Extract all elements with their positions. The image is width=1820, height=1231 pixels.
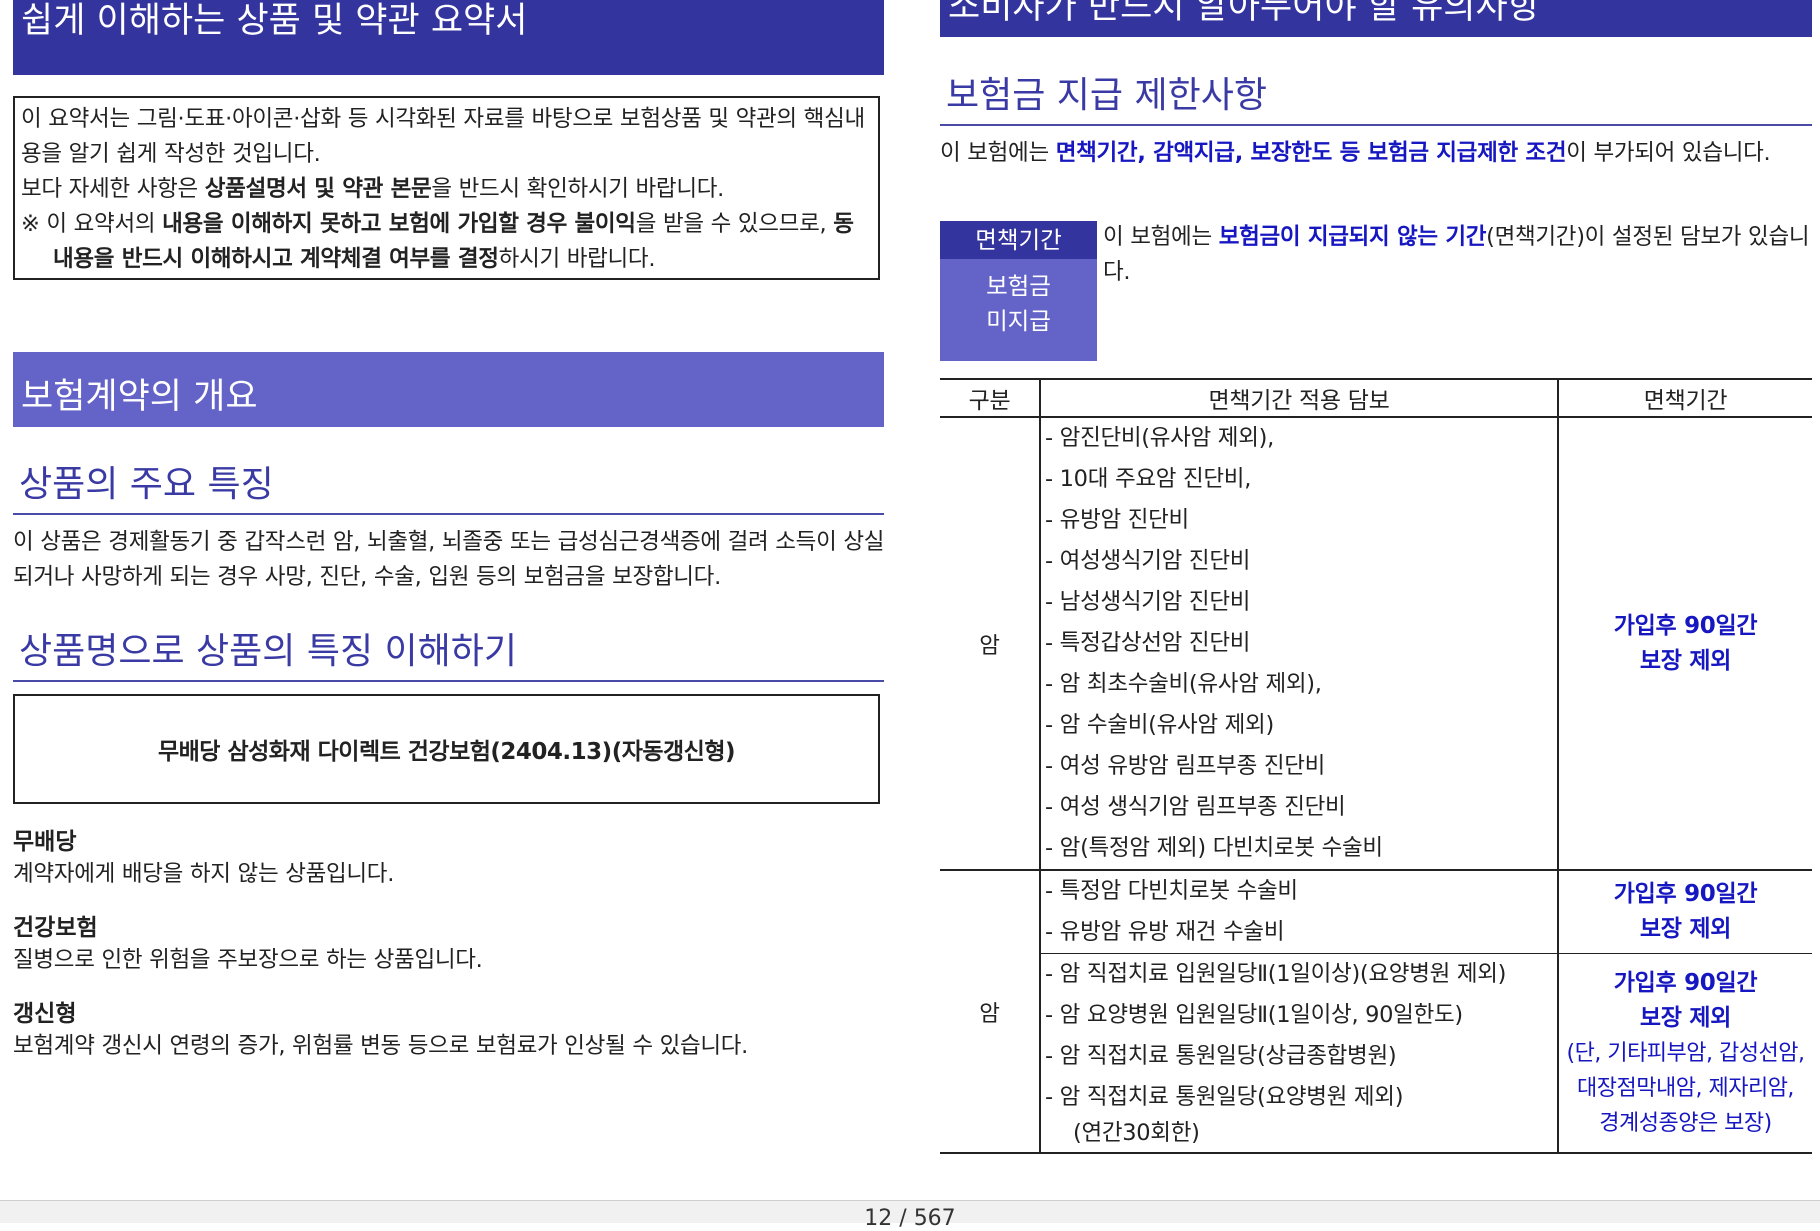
table-cell-category: 암 bbox=[940, 417, 1040, 871]
notice-title-band: 소비자가 반드시 알아두어야 할 유의사항 bbox=[940, 0, 1812, 37]
list-item: - 암 수술비(유사암 제외) bbox=[1045, 712, 1274, 738]
list-item: - 여성생식기암 진단비 bbox=[1045, 548, 1251, 574]
list-item: - 암(특정암 제외) 다빈치로봇 수술비 bbox=[1045, 835, 1383, 861]
table-header-coverage: 면책기간 적용 담보 bbox=[1039, 378, 1558, 418]
list-item: - 여성 유방암 림프부종 진단비 bbox=[1045, 753, 1326, 779]
product-name-box: 무배당 삼성화재 다이렉트 건강보험(2404.13)(자동갱신형) bbox=[13, 694, 880, 804]
table-cell-items: - 암 직접치료 입원일당Ⅱ(1일이상)(요양병원 제외) - 암 요양병원 입… bbox=[1039, 953, 1558, 1154]
table-row: 암 - 암진단비(유사암 제외), - 10대 주요암 진단비, - 유방암 진… bbox=[940, 417, 1812, 871]
period-line1: 가입후 90일간 bbox=[1613, 612, 1758, 639]
summary-title: 쉽게 이해하는 상품 및 약관 요약서 bbox=[21, 1, 528, 41]
exemption-text: 이 보험에는 보험금이 지급되지 않는 기간(면책기간)이 설정된 담보가 있습… bbox=[1103, 220, 1813, 290]
limit-text: 이 보험에는 면책기간, 감액지급, 보장한도 등 보험금 지급제한 조건이 부… bbox=[940, 136, 1812, 171]
table-cell-items: - 특정암 다빈치로봇 수술비 - 유방암 유방 재건 수술비 bbox=[1039, 870, 1558, 954]
list-item: - 특정암 다빈치로봇 수술비 bbox=[1045, 878, 1298, 904]
limit-text-b: 면책기간, 감액지급, 보장한도 등 보험금 지급제한 조건 bbox=[1055, 140, 1567, 166]
list-item: - 암 요양병원 입원일당Ⅱ(1일이상, 90일한도) bbox=[1045, 1002, 1463, 1028]
intro-note-e: 하시기 바랍니다. bbox=[498, 246, 656, 272]
summary-title-band: 쉽게 이해하는 상품 및 약관 요약서 bbox=[13, 0, 884, 75]
list-item: - 특정갑상선암 진단비 bbox=[1045, 630, 1251, 656]
list-item: - 암 직접치료 입원일당Ⅱ(1일이상)(요양병원 제외) bbox=[1045, 961, 1507, 987]
intro-line2-a: 보다 자세한 사항은 bbox=[21, 176, 205, 202]
list-item-continuation: (연간30회한) bbox=[1073, 1120, 1200, 1146]
intro-line2-b: 상품설명서 및 약관 본문 bbox=[204, 176, 432, 202]
term-title-health: 건강보험 bbox=[13, 915, 98, 941]
table-row: - 암 직접치료 입원일당Ⅱ(1일이상)(요양병원 제외) - 암 요양병원 입… bbox=[940, 953, 1812, 1154]
period-line2: 보장 제외 bbox=[1639, 647, 1732, 674]
period-line1: 가입후 90일간 bbox=[1613, 881, 1758, 907]
list-item: - 유방암 유방 재건 수술비 bbox=[1045, 919, 1285, 945]
table-cell-category: 암 bbox=[940, 870, 1040, 1154]
list-item: - 남성생식기암 진단비 bbox=[1045, 589, 1251, 615]
product-name-heading: 상품명으로 상품의 특징 이해하기 bbox=[13, 628, 884, 682]
intro-box: 이 요약서는 그림·도표·아이콘·삽화 등 시각화된 자료를 바탕으로 보험상품… bbox=[13, 96, 880, 280]
intro-note: ※ 이 요약서의 내용을 이해하지 못하고 보험에 가입할 경우 불이익을 받을… bbox=[21, 207, 872, 277]
features-heading: 상품의 주요 특징 bbox=[13, 461, 884, 515]
intro-line2: 보다 자세한 사항은 상품설명서 및 약관 본문을 반드시 확인하시기 바랍니다… bbox=[21, 172, 872, 207]
exemption-tag-title: 면책기간 bbox=[940, 221, 1097, 259]
table-cell-items: - 암진단비(유사암 제외), - 10대 주요암 진단비, - 유방암 진단비… bbox=[1039, 417, 1558, 871]
exemption-tag-line2: 미지급 bbox=[986, 307, 1051, 335]
exemption-tag-body: 보험금 미지급 bbox=[940, 259, 1097, 339]
table-header-row: 구분 면책기간 적용 담보 면책기간 bbox=[940, 378, 1812, 418]
overview-title: 보험계약의 개요 bbox=[21, 377, 258, 417]
list-item: - 암 직접치료 통원일당(요양병원 제외) bbox=[1045, 1084, 1404, 1110]
exemption-tag-line1: 보험금 bbox=[986, 272, 1051, 300]
intro-note-a: ※ 이 요약서의 bbox=[21, 211, 163, 237]
list-item: - 암 최초수술비(유사암 제외), bbox=[1045, 671, 1322, 697]
exemption-table: 구분 면책기간 적용 담보 면책기간 암 - 암진단비(유사암 제외), - 1… bbox=[940, 378, 1812, 1154]
table-row: 암 - 특정암 다빈치로봇 수술비 - 유방암 유방 재건 수술비 가입후 90… bbox=[940, 870, 1812, 1154]
intro-line1: 이 요약서는 그림·도표·아이콘·삽화 등 시각화된 자료를 바탕으로 보험상품… bbox=[21, 106, 865, 167]
notice-title: 소비자가 반드시 알아두어야 할 유의사항 bbox=[948, 0, 1540, 27]
intro-note-c: 을 받을 수 있으므로, bbox=[635, 211, 834, 237]
list-item: - 여성 생식기암 림프부종 진단비 bbox=[1045, 794, 1346, 820]
term-desc-nondividend: 계약자에게 배당을 하지 않는 상품입니다. bbox=[13, 861, 395, 887]
product-name: 무배당 삼성화재 다이렉트 건강보험(2404.13)(자동갱신형) bbox=[157, 739, 736, 765]
period-note-line1: (단, 기타피부암, 갑성선암, bbox=[1566, 1040, 1805, 1066]
table-cell-period: 가입후 90일간 보장 제외 (단, 기타피부암, 갑성선암, 대장점막내암, … bbox=[1557, 953, 1812, 1154]
period-line1: 가입후 90일간 bbox=[1613, 969, 1758, 996]
period-line2: 보장 제외 bbox=[1639, 916, 1732, 942]
exemption-text-a: 이 보험에는 bbox=[1103, 224, 1219, 250]
list-item: - 10대 주요암 진단비, bbox=[1045, 466, 1252, 492]
list-item: - 유방암 진단비 bbox=[1045, 507, 1189, 533]
list-item: - 암 직접치료 통원일당(상급종합병원) bbox=[1045, 1043, 1397, 1069]
page-indicator: 12 / 567 bbox=[864, 1206, 956, 1231]
term-title-renewal: 갱신형 bbox=[13, 1001, 77, 1027]
term-title-nondividend: 무배당 bbox=[13, 829, 77, 855]
table-cell-period: 가입후 90일간 보장 제외 bbox=[1557, 870, 1812, 954]
overview-title-band: 보험계약의 개요 bbox=[13, 352, 884, 427]
term-desc-health: 질병으로 인한 위험을 주보장으로 하는 상품입니다. bbox=[13, 947, 483, 973]
limit-text-a: 이 보험에는 bbox=[940, 140, 1056, 166]
list-item: - 암진단비(유사암 제외), bbox=[1045, 425, 1274, 451]
exemption-tag: 면책기간 보험금 미지급 bbox=[940, 221, 1097, 361]
period-note-line3: 경계성종양은 보장) bbox=[1599, 1110, 1772, 1136]
intro-note-b: 내용을 이해하지 못하고 보험에 가입할 경우 불이익 bbox=[162, 211, 636, 237]
period-line2: 보장 제외 bbox=[1639, 1004, 1732, 1031]
term-desc-renewal: 보험계약 갱신시 연령의 증가, 위험률 변동 등으로 보험료가 인상될 수 있… bbox=[13, 1033, 749, 1059]
table-header-period: 면책기간 bbox=[1557, 378, 1812, 418]
limit-text-c: 이 부가되어 있습니다. bbox=[1566, 140, 1771, 166]
table-cell-period: 가입후 90일간 보장 제외 bbox=[1557, 417, 1812, 871]
features-text: 이 상품은 경제활동기 중 갑작스런 암, 뇌출혈, 뇌졸중 또는 급성심근경색… bbox=[13, 529, 885, 590]
intro-line2-c: 을 반드시 확인하시기 바랍니다. bbox=[431, 176, 724, 202]
table-header-category: 구분 bbox=[940, 378, 1040, 418]
exemption-text-b: 보험금이 지급되지 않는 기간 bbox=[1218, 224, 1487, 250]
period-note-line2: 대장점막내암, 제자리암, bbox=[1577, 1075, 1794, 1101]
limit-heading: 보험금 지급 제한사항 bbox=[940, 72, 1812, 126]
